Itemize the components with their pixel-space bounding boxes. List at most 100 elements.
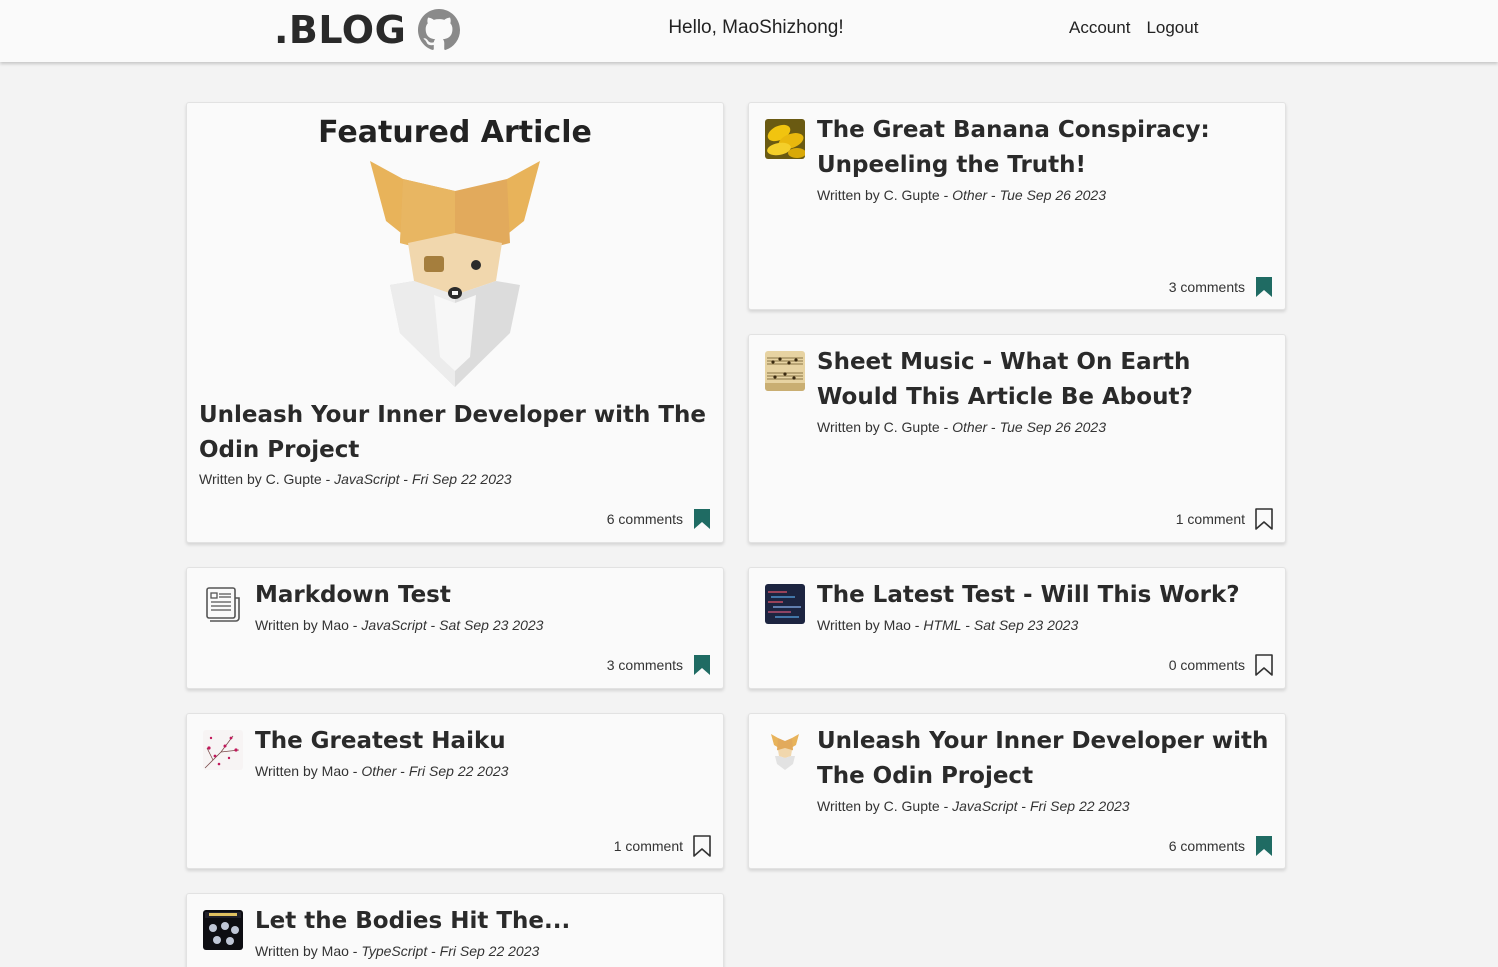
bookmark-filled-icon[interactable] — [693, 508, 711, 530]
article-title[interactable]: The Greatest Haiku — [255, 724, 713, 759]
date-label: Sat Sep 23 2023 — [439, 617, 544, 633]
separator: - — [426, 617, 440, 633]
written-by-label: Written by — [817, 419, 884, 435]
date-label: Fri Sep 22 2023 — [408, 763, 509, 779]
article-card[interactable]: The Greatest Haiku Written by Mao - Other… — [186, 713, 724, 869]
written-by-label: Written by — [255, 943, 322, 959]
bookmark-filled-icon[interactable] — [693, 654, 711, 676]
separator: - — [1017, 798, 1030, 814]
author-name: C. Gupte — [265, 471, 322, 487]
comment-count: 6 comments — [606, 511, 683, 527]
blossom-thumbnail — [203, 730, 243, 770]
article-title[interactable]: Let the Bodies Hit The... — [255, 904, 713, 939]
article-meta: Written by C. Gupte - Other - Tue Sep 26… — [817, 419, 1106, 435]
bookmark-outline-icon[interactable] — [1255, 508, 1273, 530]
separator: - — [427, 943, 440, 959]
separator: - — [939, 798, 953, 814]
account-link[interactable]: Account — [1069, 18, 1130, 38]
category-label: JavaScript — [361, 617, 427, 633]
article-card[interactable]: The Great Banana Conspiracy: Unpeeling t… — [748, 102, 1286, 310]
featured-article-footer: 6 comments — [607, 508, 711, 530]
featured-heading: Featured Article — [318, 115, 592, 150]
date-label: Fri Sep 22 2023 — [411, 471, 512, 487]
sheet-music-thumbnail — [765, 351, 805, 391]
written-by-label: Written by — [817, 187, 884, 203]
comment-count: 1 comment — [613, 838, 683, 854]
category-label: HTML — [923, 617, 962, 633]
separator: - — [987, 187, 1000, 203]
article-meta: Written by C. Gupte - JavaScript - Fri S… — [817, 798, 1130, 814]
bookmark-outline-icon[interactable] — [693, 835, 711, 857]
category-label: JavaScript — [334, 471, 400, 487]
author-name: C. Gupte — [883, 798, 940, 814]
article-card[interactable]: Sheet Music - What On Earth Would This A… — [748, 334, 1286, 543]
author-name: Mao — [321, 943, 349, 959]
article-title[interactable]: Unleash Your Inner Developer with The Od… — [817, 724, 1275, 794]
article-card[interactable]: Let the Bodies Hit The... Written by Mao … — [186, 893, 724, 967]
separator: - — [348, 617, 362, 633]
separator: - — [939, 187, 953, 203]
written-by-label: Written by — [255, 617, 322, 633]
article-title[interactable]: The Great Banana Conspiracy: Unpeeling t… — [817, 113, 1275, 183]
featured-article-card[interactable]: Featured Article Unleash Your Inner Deve… — [186, 102, 724, 543]
separator: - — [987, 419, 1000, 435]
written-by-label: Written by — [817, 617, 884, 633]
category-label: Other — [952, 419, 988, 435]
article-card[interactable]: Unleash Your Inner Developer with The Od… — [748, 713, 1286, 869]
category-label: JavaScript — [952, 798, 1018, 814]
odin-thumbnail — [765, 730, 805, 770]
date-label: Sat Sep 23 2023 — [973, 617, 1079, 633]
separator: - — [939, 419, 953, 435]
separator: - — [348, 943, 362, 959]
comment-count: 3 comments — [1168, 279, 1245, 295]
separator: - — [396, 763, 409, 779]
article-meta: Written by C. Gupte - Other - Tue Sep 26… — [817, 187, 1106, 203]
article-footer: 3 comments — [607, 654, 711, 676]
article-card[interactable]: The Latest Test - Will This Work? Written… — [748, 567, 1286, 689]
date-label: Fri Sep 22 2023 — [1029, 798, 1130, 814]
article-footer: 1 comment — [1176, 508, 1273, 530]
article-footer: 0 comments — [1169, 654, 1273, 676]
author-name: C. Gupte — [883, 187, 940, 203]
written-by-label: Written by — [255, 763, 322, 779]
comment-count: 6 comments — [1168, 838, 1245, 854]
bookmark-filled-icon[interactable] — [1255, 276, 1273, 298]
article-title[interactable]: The Latest Test - Will This Work? — [817, 578, 1275, 613]
article-meta: Written by Mao - HTML - Sat Sep 23 2023 — [817, 617, 1078, 633]
category-label: TypeScript — [361, 943, 428, 959]
top-bar: .BLOG Hello, MaoShizhong! Account Logout — [0, 0, 1498, 62]
date-label: Tue Sep 26 2023 — [999, 419, 1106, 435]
featured-article-meta: Written by C. Gupte - JavaScript - Fri S… — [199, 471, 512, 487]
comment-count: 0 comments — [1168, 657, 1245, 673]
category-label: Other — [361, 763, 397, 779]
author-name: Mao — [321, 763, 349, 779]
category-label: Other — [952, 187, 988, 203]
author-name: Mao — [883, 617, 911, 633]
article-footer: 1 comment — [614, 835, 711, 857]
date-label: Tue Sep 26 2023 — [999, 187, 1106, 203]
article-meta: Written by Mao - Other - Fri Sep 22 2023 — [255, 763, 508, 779]
separator: - — [348, 763, 362, 779]
greeting-text: Hello, MaoShizhong! — [668, 17, 844, 38]
banana-thumbnail — [765, 119, 805, 159]
featured-article-title[interactable]: Unleash Your Inner Developer with The Od… — [199, 398, 709, 468]
separator: - — [910, 617, 924, 633]
comment-count: 1 comment — [1175, 511, 1245, 527]
album-thumbnail — [203, 910, 243, 950]
article-meta: Written by Mao - JavaScript - Sat Sep 23… — [255, 617, 543, 633]
user-nav: Account Logout — [1069, 18, 1198, 38]
article-meta: Written by Mao - TypeScript - Fri Sep 22… — [255, 943, 539, 959]
article-footer: 6 comments — [1169, 835, 1273, 857]
author-name: C. Gupte — [883, 419, 940, 435]
article-card[interactable]: Markdown Test Written by Mao - JavaScript… — [186, 567, 724, 689]
article-title[interactable]: Sheet Music - What On Earth Would This A… — [817, 345, 1275, 415]
article-title[interactable]: Markdown Test — [255, 578, 713, 613]
code-thumbnail — [765, 584, 805, 624]
written-by-label: Written by — [199, 471, 262, 487]
article-footer: 3 comments — [1169, 276, 1273, 298]
logout-link[interactable]: Logout — [1146, 18, 1198, 38]
bookmark-outline-icon[interactable] — [1255, 654, 1273, 676]
date-label: Fri Sep 22 2023 — [439, 943, 540, 959]
separator: - — [961, 617, 974, 633]
bookmark-filled-icon[interactable] — [1255, 835, 1273, 857]
